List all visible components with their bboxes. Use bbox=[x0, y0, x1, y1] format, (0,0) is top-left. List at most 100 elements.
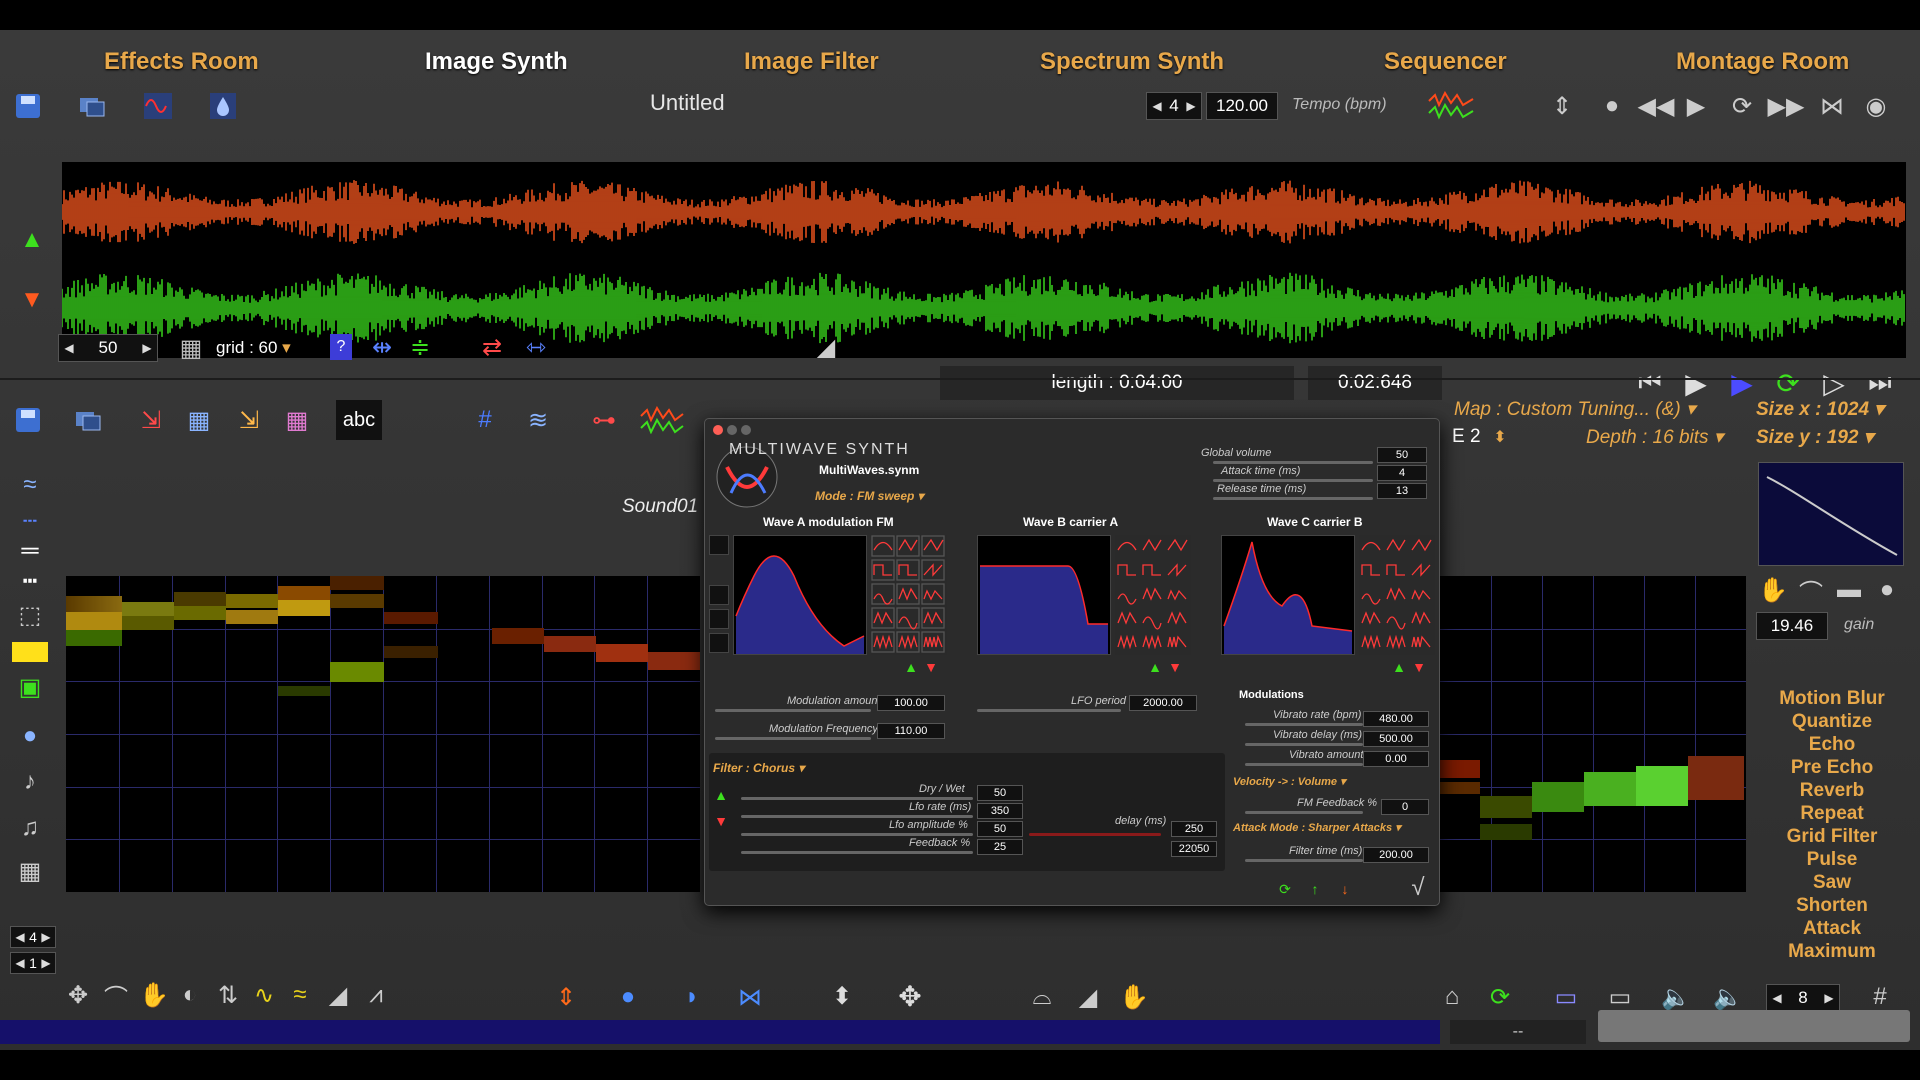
effect-item[interactable]: Pre Echo bbox=[1750, 757, 1914, 779]
map-dropdown[interactable]: Map : Custom Tuning... (&) ▾ bbox=[1454, 398, 1696, 421]
mod-amount-slider[interactable] bbox=[715, 709, 871, 712]
help-icon[interactable]: ? bbox=[330, 334, 352, 360]
fm-feedback-slider[interactable] bbox=[1245, 811, 1363, 814]
flat-icon[interactable]: ▬ bbox=[1834, 576, 1864, 604]
play-selection-button[interactable]: ▶ bbox=[1724, 366, 1760, 400]
effect-item[interactable]: Reverb bbox=[1750, 780, 1914, 802]
color-swatch[interactable] bbox=[12, 642, 48, 662]
dry-wet-slider[interactable] bbox=[741, 797, 973, 800]
skip-back-icon[interactable]: ⏮ bbox=[1632, 366, 1668, 400]
filter-time-input[interactable]: 200.00 bbox=[1363, 847, 1429, 863]
velocity-dropdown[interactable]: Velocity -> : Volume ▾ bbox=[1233, 775, 1346, 788]
wave-b-up-icon[interactable]: ▲ bbox=[1145, 659, 1165, 675]
grid-icon[interactable]: ▦ bbox=[176, 334, 206, 362]
play-icon[interactable]: ▶ bbox=[1680, 88, 1712, 124]
levels-icon[interactable]: ⇅ bbox=[212, 980, 244, 1010]
vibrato-delay-input[interactable]: 500.00 bbox=[1363, 731, 1429, 747]
mod-freq-input[interactable]: 110.00 bbox=[877, 723, 945, 739]
vertical-fit-icon[interactable]: ⇕ bbox=[1546, 88, 1578, 124]
effect-item[interactable]: Maximum bbox=[1750, 941, 1914, 963]
waveform-display[interactable] bbox=[61, 162, 1906, 358]
fm-feedback-input[interactable]: 0 bbox=[1381, 799, 1429, 815]
ramp-icon[interactable]: ◢ bbox=[806, 334, 846, 361]
wave-a-ramp-icon[interactable] bbox=[709, 609, 729, 629]
global-volume-slider[interactable] bbox=[1213, 461, 1373, 464]
table-icon[interactable]: ▦ bbox=[182, 402, 216, 438]
nav-image-filter[interactable]: Image Filter bbox=[744, 48, 879, 76]
synth-up-icon[interactable]: ↑ bbox=[1305, 879, 1325, 899]
dry-wet-stepper[interactable]: 50 bbox=[977, 785, 1023, 801]
wave-a-display[interactable] bbox=[733, 535, 867, 655]
table-grid-icon[interactable]: ▦ bbox=[10, 856, 50, 886]
dotted-line-icon[interactable]: ┄ bbox=[10, 508, 50, 535]
drop-icon[interactable] bbox=[205, 88, 241, 124]
crop-icon[interactable]: ⋈ bbox=[1816, 88, 1848, 124]
contrast-icon[interactable]: ◐ bbox=[174, 980, 206, 1010]
vertical-arrows-icon[interactable]: ⬍ bbox=[826, 976, 858, 1016]
sine-tool-icon[interactable]: ∿ bbox=[248, 980, 280, 1010]
spectrogram-left[interactable] bbox=[66, 576, 700, 892]
filter-down-icon[interactable]: ▼ bbox=[711, 813, 731, 829]
down-arrow-icon[interactable]: ▼ bbox=[18, 286, 46, 314]
delay-input[interactable]: 250 bbox=[1171, 821, 1217, 837]
loop-play-button[interactable]: ⟳ bbox=[1770, 366, 1806, 400]
curve-preview[interactable] bbox=[1758, 462, 1904, 566]
hash-grid-icon[interactable]: # bbox=[468, 402, 502, 438]
skip-forward-icon[interactable]: ⏭ bbox=[1862, 366, 1898, 400]
left-stepper-1[interactable]: ◀ 4 ▶ bbox=[10, 926, 56, 948]
close-icon[interactable] bbox=[713, 425, 723, 435]
cross-icon[interactable]: ⋈ bbox=[734, 980, 766, 1014]
play-button[interactable]: ▶ bbox=[1678, 366, 1714, 400]
mod-amount-input[interactable]: 100.00 bbox=[877, 695, 945, 711]
beats-stepper[interactable]: ◀ 4 ▶ bbox=[1146, 92, 1202, 120]
wave-c-shapes[interactable] bbox=[1359, 535, 1435, 655]
delay-slider[interactable] bbox=[1029, 833, 1161, 836]
tempo-input[interactable]: 120.00 bbox=[1206, 92, 1278, 120]
effect-item[interactable]: Attack bbox=[1750, 918, 1914, 940]
effect-item[interactable]: Repeat bbox=[1750, 803, 1914, 825]
note-stepper-icon[interactable]: ⬍ bbox=[1490, 424, 1510, 450]
attack-slider[interactable] bbox=[1213, 479, 1373, 482]
arc-icon[interactable]: ⌒ bbox=[1796, 576, 1826, 607]
windows-icon[interactable] bbox=[74, 88, 110, 124]
note-icon[interactable]: ♪ bbox=[10, 764, 50, 800]
double-wave-icon[interactable]: ≈ bbox=[284, 980, 316, 1010]
rate-input[interactable]: 22050 bbox=[1171, 841, 1217, 857]
feedback-slider[interactable] bbox=[741, 851, 973, 854]
global-volume-stepper[interactable]: 50 bbox=[1377, 447, 1427, 463]
color-grid-icon[interactable]: ▦ bbox=[280, 402, 314, 438]
vibrato-rate-input[interactable]: 480.00 bbox=[1363, 711, 1429, 727]
vibrato-rate-slider[interactable] bbox=[1245, 723, 1363, 726]
save-icon[interactable] bbox=[10, 88, 46, 124]
ramp-tool-icon[interactable]: ◢ bbox=[322, 980, 354, 1010]
curve-icon[interactable]: ⌒ bbox=[100, 980, 132, 1012]
wave-b-shapes[interactable] bbox=[1115, 535, 1191, 655]
wave-c-down-icon[interactable]: ▼ bbox=[1409, 659, 1429, 675]
size-y-dropdown[interactable]: Size y : 192 ▾ bbox=[1756, 426, 1873, 449]
spectrum-wave-icon[interactable] bbox=[638, 402, 686, 438]
selection-icon[interactable]: ⬚ bbox=[10, 598, 50, 632]
record-icon[interactable]: ◉ bbox=[1860, 88, 1892, 124]
wave-tool-icon[interactable]: ≈ bbox=[10, 470, 50, 500]
compress-icon[interactable]: ≑ bbox=[404, 334, 436, 361]
lfo-rate-slider[interactable] bbox=[741, 815, 973, 818]
move-icon[interactable]: ✥ bbox=[62, 980, 94, 1010]
vibrato-delay-slider[interactable] bbox=[1245, 743, 1363, 746]
grab-icon[interactable]: ✋ bbox=[1118, 980, 1150, 1014]
grid-dropdown[interactable]: grid : 60 ▾ bbox=[216, 338, 291, 358]
swap-icon[interactable]: ⇄ bbox=[476, 334, 508, 361]
release-stepper[interactable]: 13 bbox=[1377, 483, 1427, 499]
nav-image-synth[interactable]: Image Synth bbox=[425, 48, 568, 76]
dashed-line-icon[interactable]: ┅ bbox=[10, 568, 50, 595]
insert-icon[interactable]: ⇲ bbox=[136, 402, 166, 438]
attack-mode-dropdown[interactable]: Attack Mode : Sharper Attacks ▾ bbox=[1233, 821, 1401, 834]
wave-a-tri-icon[interactable] bbox=[709, 633, 729, 653]
hand-icon[interactable]: ✋ bbox=[1758, 576, 1788, 604]
drop-tool-icon[interactable]: ● bbox=[1872, 576, 1902, 604]
speaker-blue-icon[interactable]: 🔈 bbox=[1710, 980, 1746, 1014]
attack-stepper[interactable]: 4 bbox=[1377, 465, 1427, 481]
split-icon[interactable]: ⇹ bbox=[366, 334, 398, 361]
effect-item[interactable]: Echo bbox=[1750, 734, 1914, 756]
hand-tool-icon[interactable]: ✋ bbox=[138, 980, 170, 1010]
wave-c-up-icon[interactable]: ▲ bbox=[1389, 659, 1409, 675]
